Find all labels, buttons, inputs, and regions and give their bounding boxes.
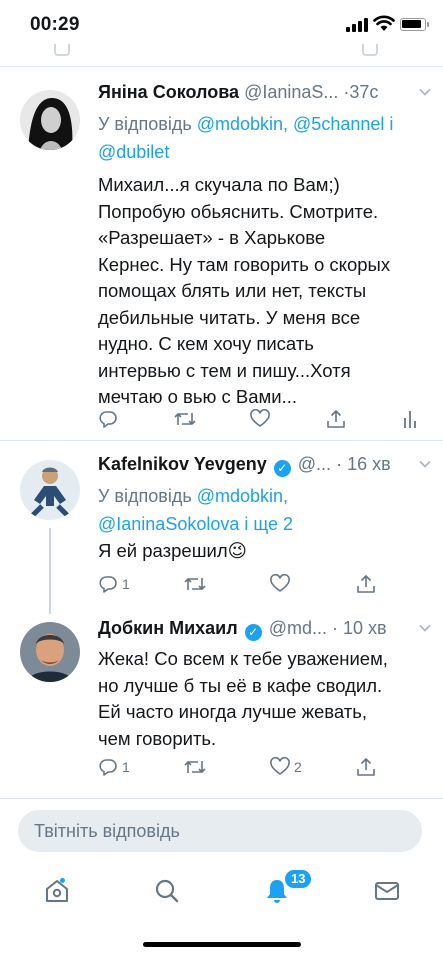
cellular-signal-icon bbox=[346, 18, 368, 32]
share-button[interactable] bbox=[356, 756, 376, 778]
header-remnant bbox=[0, 44, 443, 68]
share-icon[interactable] bbox=[362, 44, 378, 56]
like-button[interactable] bbox=[270, 573, 294, 595]
share-button[interactable] bbox=[356, 573, 376, 595]
user-handle[interactable]: @IaninaS... bbox=[244, 82, 338, 102]
tweet-actions: 1 2 bbox=[98, 756, 388, 778]
tweet[interactable]: Kafelnikov Yevgeny ✓ @... · 16 хв У відп… bbox=[0, 450, 443, 610]
tweet[interactable]: Добкин Михаил ✓ @md... · 10 хв Жека! Со … bbox=[0, 614, 443, 790]
display-name[interactable]: Яніна Соколова bbox=[98, 82, 239, 102]
tweet-text: Жека! Со всем к тебе уважением, но лучше… bbox=[98, 648, 388, 749]
reply-icon bbox=[99, 759, 117, 776]
tweet-actions bbox=[98, 408, 433, 430]
status-time: 00:29 bbox=[30, 14, 80, 35]
reply-count: 1 bbox=[122, 759, 130, 775]
heart-icon bbox=[270, 757, 290, 775]
verified-badge-icon: ✓ bbox=[244, 624, 262, 641]
timestamp: 16 хв bbox=[347, 454, 391, 474]
tweet-header: Добкин Михаил ✓ @md... · 10 хв bbox=[98, 618, 431, 641]
analytics-button[interactable] bbox=[402, 408, 418, 430]
home-icon bbox=[46, 878, 68, 902]
tweet-header: Яніна Соколова @IaninaS... ·37с bbox=[98, 82, 431, 103]
chevron-down-icon[interactable] bbox=[419, 458, 431, 470]
avatar[interactable] bbox=[20, 622, 80, 682]
reply-count: 1 bbox=[122, 576, 130, 592]
user-handle[interactable]: @md... bbox=[269, 618, 327, 638]
reply-mentions[interactable]: @mdobkin, bbox=[197, 486, 288, 506]
home-indicator[interactable] bbox=[143, 942, 301, 947]
chevron-down-icon[interactable] bbox=[419, 86, 431, 98]
battery-icon bbox=[400, 18, 429, 31]
separator-dot: · bbox=[336, 454, 343, 474]
tweet-header: Kafelnikov Yevgeny ✓ @... · 16 хв bbox=[98, 454, 431, 477]
avatar[interactable] bbox=[20, 460, 80, 520]
wifi-icon bbox=[373, 14, 395, 32]
reply-mentions[interactable]: @IaninaSokolova і ще 2 bbox=[98, 514, 293, 534]
reply-mentions[interactable]: @dubilet bbox=[98, 142, 169, 162]
retweet-button[interactable] bbox=[174, 408, 196, 430]
user-handle[interactable]: @... bbox=[298, 454, 331, 474]
search-icon bbox=[155, 879, 179, 903]
retweet-icon bbox=[184, 578, 206, 590]
back-icon[interactable] bbox=[54, 44, 70, 56]
like-count: 2 bbox=[294, 759, 302, 775]
reply-icon bbox=[99, 576, 117, 593]
reply-bar-divider bbox=[0, 798, 443, 799]
tweet-text: Я ей разрешил😉 bbox=[98, 540, 247, 561]
tweet[interactable]: Яніна Соколова @IaninaS... ·37с У відпов… bbox=[0, 78, 443, 440]
notifications-badge: 13 bbox=[283, 868, 314, 890]
retweet-icon bbox=[184, 761, 206, 773]
retweet-button[interactable] bbox=[184, 756, 206, 778]
avatar[interactable] bbox=[20, 90, 80, 150]
tweet-text: Михаил...я скучала по Вам;) Попробую обь… bbox=[98, 174, 391, 407]
share-icon bbox=[327, 410, 345, 428]
reply-button[interactable] bbox=[98, 408, 122, 430]
reply-mentions[interactable]: @mdobkin, @5channel і bbox=[197, 114, 394, 134]
header-divider bbox=[0, 66, 443, 67]
battery-level bbox=[402, 20, 421, 28]
share-icon bbox=[357, 575, 375, 593]
retweet-icon bbox=[174, 413, 196, 425]
tweet-divider bbox=[0, 440, 443, 441]
share-icon bbox=[357, 758, 375, 776]
reply-prefix: У відповідь bbox=[98, 486, 192, 506]
display-name[interactable]: Kafelnikov Yevgeny bbox=[98, 454, 267, 474]
analytics-icon bbox=[404, 411, 416, 428]
tab-messages[interactable] bbox=[372, 876, 402, 906]
like-button[interactable]: 2 bbox=[270, 756, 302, 778]
reply-prefix: У відповідь bbox=[98, 114, 192, 134]
messages-icon bbox=[375, 882, 399, 900]
verified-badge-icon: ✓ bbox=[273, 460, 291, 477]
reply-context: У відповідь @mdobkin, @IaninaSokolova і … bbox=[98, 482, 293, 538]
heart-icon bbox=[250, 409, 270, 427]
tab-search[interactable] bbox=[152, 876, 182, 906]
share-button[interactable] bbox=[326, 408, 346, 430]
display-name[interactable]: Добкин Михаил bbox=[98, 618, 238, 638]
reply-button[interactable]: 1 bbox=[98, 756, 130, 778]
heart-icon bbox=[270, 574, 290, 592]
like-button[interactable] bbox=[250, 408, 274, 430]
reply-context: У відповідь @mdobkin, @5channel і @dubil… bbox=[98, 110, 393, 166]
reply-input[interactable] bbox=[18, 810, 422, 852]
timestamp: 37с bbox=[349, 82, 379, 102]
reply-icon bbox=[99, 411, 117, 428]
chevron-down-icon[interactable] bbox=[419, 622, 431, 634]
retweet-button[interactable] bbox=[184, 573, 206, 595]
tab-bar bbox=[0, 862, 443, 922]
tweet-actions: 1 bbox=[98, 573, 388, 595]
timestamp: 10 хв bbox=[343, 618, 387, 638]
separator-dot: · bbox=[332, 618, 339, 638]
tab-home[interactable] bbox=[42, 876, 72, 906]
reply-button[interactable]: 1 bbox=[98, 573, 130, 595]
